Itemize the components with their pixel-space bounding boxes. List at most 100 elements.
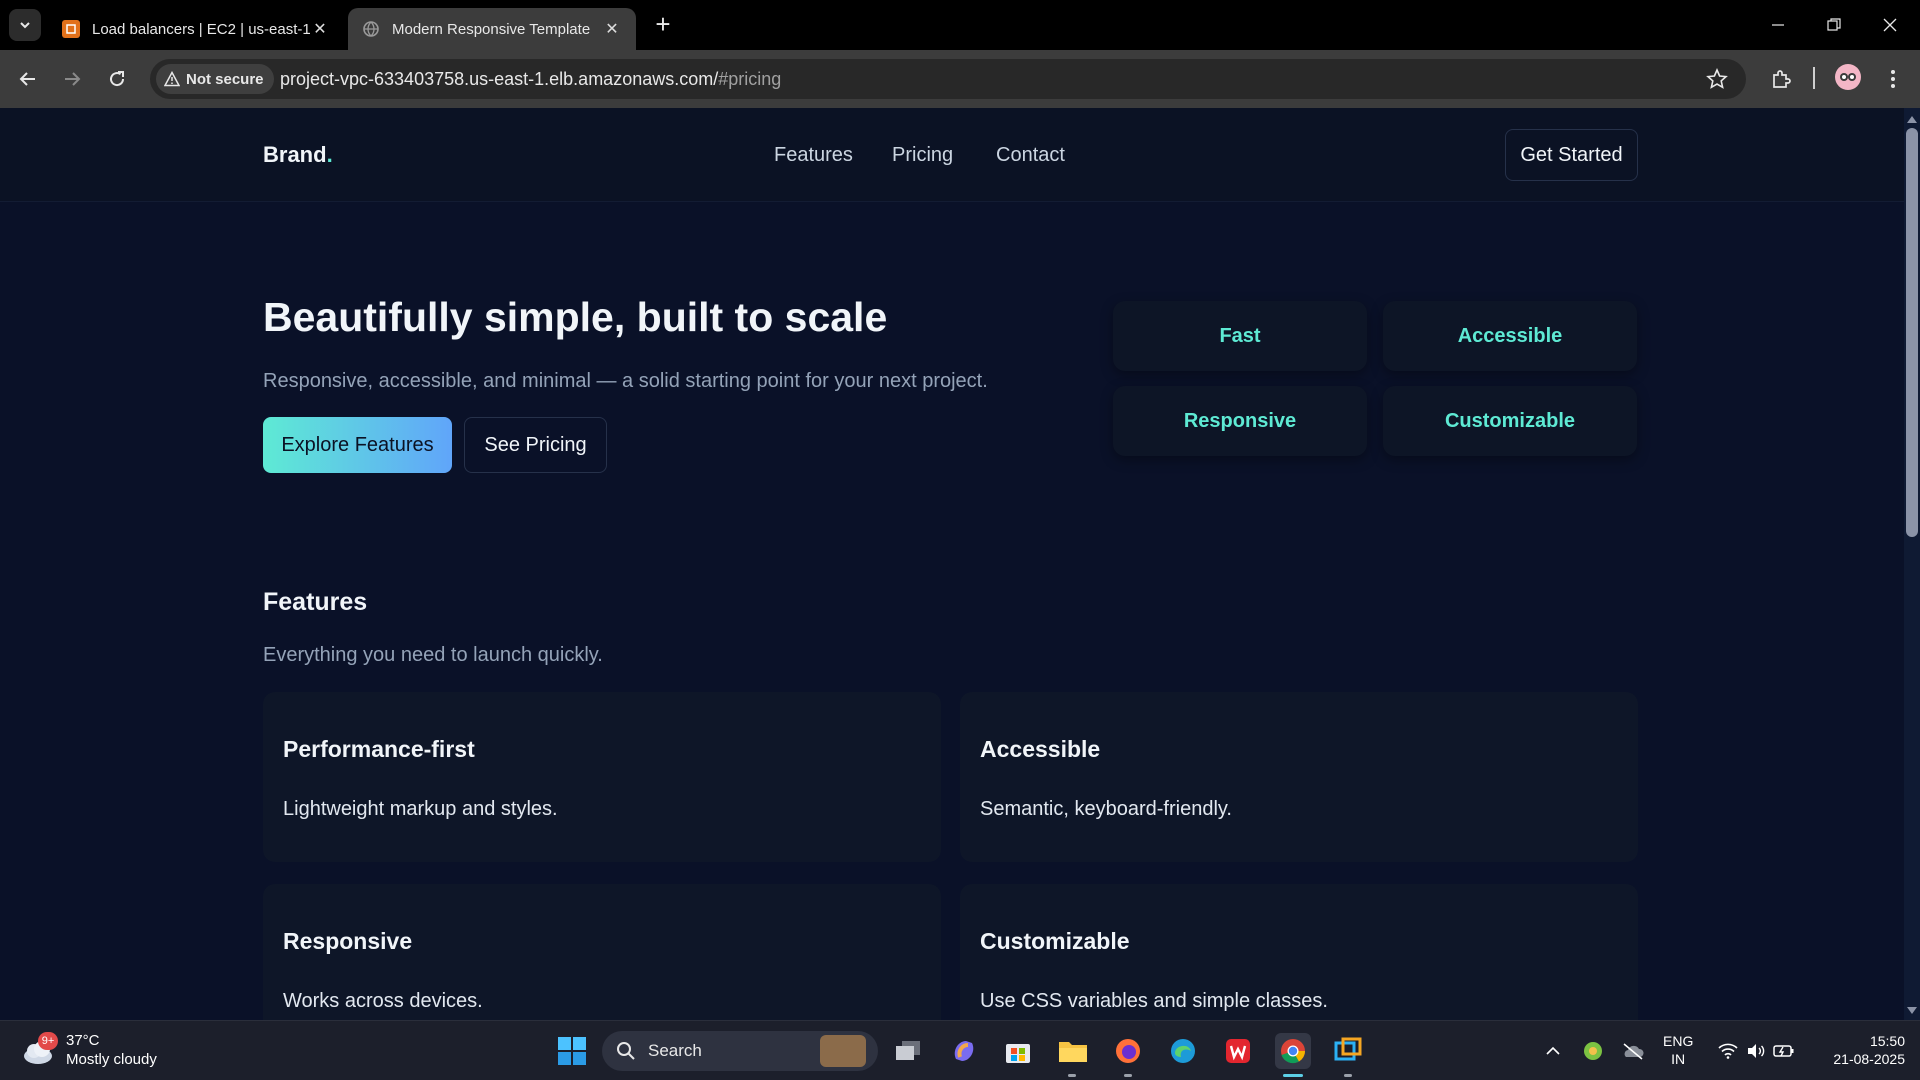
scrollbar-thumb[interactable] [1906, 128, 1918, 537]
search-label: Search [648, 1041, 702, 1060]
onedrive-offline-icon[interactable] [1615, 1033, 1651, 1069]
get-started-button[interactable]: Get Started [1505, 129, 1638, 181]
restore-button[interactable] [1806, 0, 1862, 50]
scroll-up-arrow-icon[interactable] [1906, 112, 1918, 126]
brand-name: Brand [263, 142, 327, 167]
copilot-icon[interactable] [946, 1033, 982, 1069]
chevron-down-icon [20, 22, 30, 29]
hero-subtitle: Responsive, accessible, and minimal — a … [263, 370, 988, 392]
feature-card-title: Responsive [283, 928, 413, 954]
browser-toolbar: Not secure project-vpc-633403758.us-east… [0, 50, 1920, 108]
security-label: Not secure [186, 70, 264, 88]
weather-badge: 9+ [38, 1032, 58, 1050]
close-window-button[interactable] [1862, 0, 1918, 50]
toolbar-divider [1813, 67, 1815, 89]
firefox-icon[interactable] [1110, 1033, 1146, 1069]
url-text[interactable]: project-vpc-633403758.us-east-1.elb.amaz… [280, 69, 781, 90]
pill-fast: Fast [1113, 301, 1367, 371]
nav-link-contact[interactable]: Contact [996, 144, 1065, 167]
tab-load-balancers[interactable]: Load balancers | EC2 | us-east-1 ✕ [48, 8, 344, 50]
browser-tab-bar: Load balancers | EC2 | us-east-1 ✕ Moder… [0, 0, 1920, 50]
remote-desktop-icon[interactable] [1330, 1033, 1366, 1069]
windows-taskbar: 9+ 37°C Mostly cloudy Search ENG IN 15:5… [0, 1020, 1920, 1080]
scroll-down-arrow-icon[interactable] [1906, 1004, 1918, 1018]
feature-card-title: Accessible [980, 736, 1101, 762]
language-region: IN [1671, 1051, 1686, 1067]
close-icon [1883, 18, 1897, 32]
microsoft-store-icon[interactable] [1000, 1033, 1036, 1069]
explore-features-button[interactable]: Explore Features [263, 417, 452, 473]
pill-customizable: Customizable [1383, 386, 1637, 456]
extensions-button[interactable] [1766, 64, 1796, 94]
weather-condition: Mostly cloudy [66, 1051, 157, 1068]
url-host: project-vpc-633403758.us-east-1.elb.amaz… [280, 69, 719, 89]
file-explorer-icon[interactable] [1055, 1033, 1091, 1069]
running-indicator [1124, 1074, 1132, 1077]
feature-card-text: Use CSS variables and simple classes. [980, 990, 1328, 1012]
chrome-icon[interactable] [1275, 1033, 1311, 1069]
reload-button[interactable] [102, 64, 132, 94]
feature-card-text: Semantic, keyboard-friendly. [980, 798, 1232, 820]
feature-card-text: Works across devices. [283, 990, 483, 1012]
aws-icon [62, 20, 80, 38]
nav-link-pricing[interactable]: Pricing [892, 144, 953, 167]
brand-dot: . [326, 142, 333, 167]
nav-link-features[interactable]: Features [774, 144, 853, 167]
feature-card: Accessible Semantic, keyboard-friendly. [960, 692, 1638, 862]
features-subtitle: Everything you need to launch quickly. [263, 644, 603, 666]
brand-logo[interactable]: Brand. [263, 142, 333, 168]
active-app-indicator [1283, 1074, 1303, 1077]
tab-modern-template[interactable]: Modern Responsive Template ✕ [348, 8, 636, 50]
url-fragment: #pricing [718, 69, 782, 89]
minimize-button[interactable] [1750, 0, 1806, 50]
globe-icon [362, 20, 380, 38]
clock-date: 21-08-2025 [1833, 1051, 1905, 1067]
feature-card-title: Performance-first [283, 736, 475, 762]
warning-icon [164, 71, 180, 87]
close-icon[interactable]: ✕ [310, 19, 330, 39]
new-tab-button[interactable]: + [650, 11, 676, 38]
security-chip[interactable]: Not secure [156, 64, 274, 94]
minimize-icon [1772, 24, 1784, 26]
arrow-left-icon [19, 72, 35, 86]
features-title: Features [263, 588, 368, 616]
pill-responsive: Responsive [1113, 386, 1367, 456]
feature-card: Responsive Works across devices. [263, 884, 941, 1020]
feature-card: Customizable Use CSS variables and simpl… [960, 884, 1638, 1020]
search-highlight-image [820, 1035, 866, 1067]
close-icon[interactable]: ✕ [602, 19, 622, 39]
back-button[interactable] [13, 64, 43, 94]
windows-logo-icon [558, 1037, 586, 1065]
profile-avatar[interactable] [1835, 64, 1861, 90]
web-page: Brand. Features Pricing Contact Get Star… [0, 108, 1904, 1020]
forward-button[interactable] [57, 64, 87, 94]
weather-widget[interactable]: 9+ 37°C Mostly cloudy [20, 1031, 157, 1069]
running-indicator [1344, 1074, 1352, 1077]
cloud-icon: 9+ [20, 1032, 58, 1068]
tray-overflow-chevron-icon[interactable] [1535, 1033, 1571, 1069]
puzzle-icon [1773, 70, 1791, 88]
see-pricing-button[interactable]: See Pricing [464, 417, 607, 473]
search-icon [617, 1042, 635, 1060]
edge-icon[interactable] [1165, 1033, 1201, 1069]
tab-title: Load balancers | EC2 | us-east-1 [92, 20, 310, 38]
menu-button[interactable] [1878, 64, 1908, 94]
language-indicator[interactable]: ENG IN [1663, 1032, 1693, 1068]
task-view-icon[interactable] [890, 1033, 926, 1069]
feature-card-title: Customizable [980, 928, 1130, 954]
feature-card-text: Lightweight markup and styles. [283, 798, 558, 820]
address-bar[interactable]: Not secure project-vpc-633403758.us-east… [150, 59, 1746, 99]
taskbar-search[interactable]: Search [602, 1031, 878, 1071]
battery-icon[interactable] [1766, 1033, 1802, 1069]
weather-temperature: 37°C [66, 1032, 100, 1049]
tab-title: Modern Responsive Template [392, 20, 591, 38]
pill-accessible: Accessible [1383, 301, 1637, 371]
bookmark-star-icon[interactable] [1706, 67, 1728, 95]
clock[interactable]: 15:50 21-08-2025 [1815, 1032, 1905, 1068]
start-button[interactable] [554, 1033, 590, 1069]
running-indicator [1068, 1074, 1076, 1077]
wps-office-icon[interactable] [1220, 1033, 1256, 1069]
tray-app-icon[interactable] [1575, 1033, 1611, 1069]
language-code: ENG [1663, 1033, 1694, 1049]
tab-search-button[interactable] [9, 9, 41, 41]
